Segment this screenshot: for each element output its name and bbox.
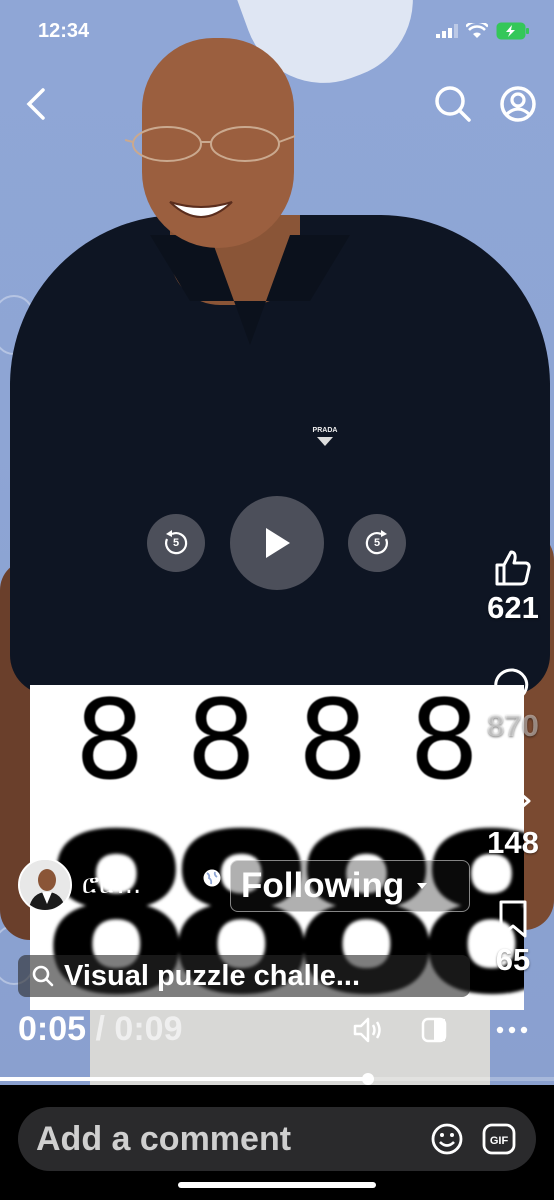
caret-down-icon <box>417 883 428 889</box>
comment-bubble-icon <box>494 668 529 704</box>
globe-icon <box>203 869 221 887</box>
save-action[interactable]: 65 <box>478 898 548 978</box>
comment-count: 870 <box>487 708 539 743</box>
profile-button[interactable] <box>498 84 538 124</box>
search-suggestion[interactable]: Visual puzzle challe... <box>18 955 470 997</box>
emoji-icon[interactable] <box>430 1122 464 1156</box>
author-avatar[interactable] <box>18 858 72 912</box>
play-icon <box>266 528 290 558</box>
rewind-button[interactable]: 5 <box>147 514 205 572</box>
puzzle-row-top: 8 8 8 8 <box>30 685 524 795</box>
playback-time: 0:05 / 0:09 <box>18 1010 182 1049</box>
following-button[interactable]: Following <box>230 860 470 912</box>
back-button[interactable] <box>16 84 56 124</box>
status-bar: 12:34 <box>0 0 554 60</box>
glasses <box>125 126 295 162</box>
share-action[interactable]: 148 <box>478 783 548 861</box>
thumbs-up-icon <box>495 550 531 586</box>
bookmark-icon <box>499 900 527 938</box>
author-name[interactable]: ሮሮ... <box>82 870 141 901</box>
search-button[interactable] <box>433 84 473 124</box>
search-icon <box>435 86 471 122</box>
gif-icon[interactable]: GIF <box>482 1122 516 1156</box>
wifi-icon <box>466 23 488 38</box>
speaker-icon <box>353 1017 381 1043</box>
progress-bar[interactable] <box>0 1073 554 1085</box>
current-time: 0:05 <box>18 1010 87 1048</box>
time-separator: / <box>95 1010 105 1048</box>
comment-input[interactable]: Add a comment GIF <box>18 1107 536 1171</box>
status-icons <box>436 22 530 40</box>
comment-action[interactable]: 870 <box>478 666 548 744</box>
progress-fill <box>0 1077 369 1081</box>
volume-button[interactable] <box>350 1014 386 1046</box>
following-label: Following <box>241 866 405 905</box>
search-icon <box>32 965 54 987</box>
puzzle-digit: 8 <box>74 685 145 804</box>
caption-toggle-button[interactable] <box>416 1014 452 1046</box>
like-count: 621 <box>487 590 539 625</box>
total-time: 0:09 <box>114 1010 183 1048</box>
puzzle-digit: 8 <box>409 685 480 804</box>
comment-placeholder: Add a comment <box>36 1119 292 1158</box>
forward-button[interactable]: 5 <box>348 514 406 572</box>
triangle-logo-icon <box>317 437 333 446</box>
more-dots-icon <box>496 1026 528 1034</box>
save-count: 65 <box>495 942 531 977</box>
share-arrow-icon <box>495 787 531 819</box>
signal-icon <box>436 24 458 38</box>
chevron-left-icon <box>26 88 45 120</box>
puzzle-digit: 8 <box>186 685 257 804</box>
puzzle-digit: 8 <box>297 685 368 804</box>
forward-seconds: 5 <box>373 537 381 549</box>
svg-text:GIF: GIF <box>490 1135 509 1147</box>
shirt-logo: PRADA <box>309 427 341 449</box>
play-button[interactable] <box>230 496 324 590</box>
home-indicator <box>178 1182 376 1188</box>
profile-icon <box>500 86 536 122</box>
comment-bar: Add a comment GIF <box>0 1085 554 1200</box>
search-suggestion-text: Visual puzzle challe... <box>64 959 361 992</box>
status-time: 12:34 <box>38 20 90 42</box>
more-button[interactable] <box>494 1014 530 1046</box>
like-action[interactable]: 621 <box>478 548 548 626</box>
rewind-seconds: 5 <box>172 537 180 549</box>
smile <box>169 201 233 218</box>
share-count: 148 <box>487 825 539 860</box>
battery-icon <box>496 22 529 40</box>
caption-toggle-icon <box>421 1017 447 1043</box>
